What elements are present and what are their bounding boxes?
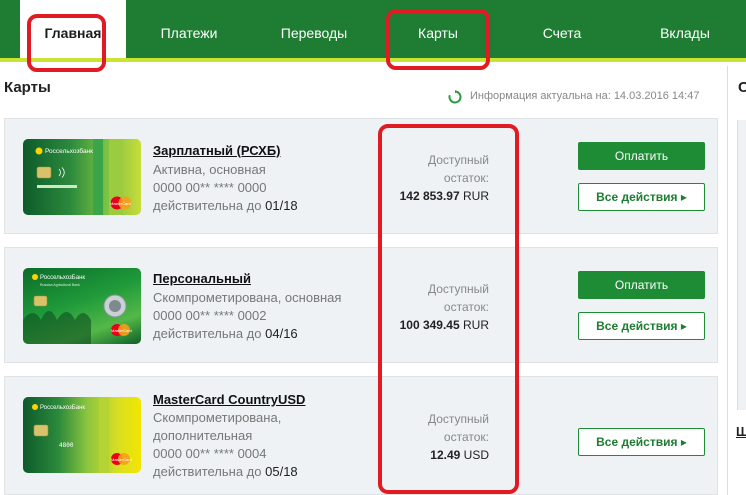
nav-tab-accounts[interactable]: Счета — [527, 0, 597, 58]
card-digits: 4800 — [59, 442, 74, 449]
card-status: Скомпрометирована, — [153, 410, 282, 425]
card-artwork: РоссельхозБанк 4800 MasterCard — [32, 397, 132, 473]
side-panel — [737, 120, 746, 410]
highlight-home-tab — [27, 14, 106, 72]
highlight-balances — [378, 124, 519, 494]
card-status-secondary: дополнительная — [153, 428, 253, 443]
card-bank-sub: Russian Agricultural Bank — [40, 283, 80, 287]
card-name-link[interactable]: MasterCard CountryUSD — [153, 392, 305, 407]
card-status: Скомпрометирована, основная — [153, 290, 342, 305]
card-row: Россельхозбанк MasterCard Зарплатный (РС… — [4, 118, 718, 234]
side-panel-link[interactable]: Ш — [736, 424, 746, 439]
card-validity-date: 05/18 — [265, 464, 298, 479]
highlight-cards-tab — [386, 9, 490, 70]
card-validity-prefix: действительна до — [153, 198, 266, 213]
card-image[interactable]: РоссельхозБанк 4800 MasterCard — [23, 397, 141, 473]
top-nav: Главная Платежи Переводы Карты Счета Вкл… — [0, 0, 746, 62]
card-bank-label: РоссельхозБанк — [40, 275, 85, 281]
nav-tab-payments[interactable]: Платежи — [148, 0, 230, 58]
info-timestamp: Информация актуальна на: 14.03.2016 14:4… — [470, 90, 700, 102]
pay-button[interactable]: Оплатить — [578, 271, 705, 299]
refresh-icon[interactable] — [448, 90, 462, 104]
side-panel-title: С — [738, 79, 746, 96]
card-number: 0000 00** **** 0002 — [153, 308, 267, 323]
card-validity-date: 04/16 — [265, 326, 298, 341]
card-name-link[interactable]: Зарплатный (РСХБ) — [153, 143, 281, 158]
card-brand-text: MasterCard — [111, 328, 132, 333]
all-actions-button[interactable]: Все действия ▸ — [578, 183, 705, 211]
page-title: Карты — [4, 79, 51, 96]
card-bank-label: РоссельхозБанк — [40, 405, 85, 411]
card-bank-label: Россельхозбанк — [45, 147, 93, 155]
card-artwork: Россельхозбанк MasterCard — [35, 139, 132, 215]
card-image[interactable]: Россельхозбанк MasterCard — [23, 139, 141, 215]
card-validity-date: 01/18 — [265, 198, 298, 213]
arrow-right-icon: ▸ — [680, 435, 687, 449]
card-status: Активна, основная — [153, 162, 266, 177]
card-artwork: РоссельхозБанк Russian Agricultural Bank… — [23, 274, 132, 344]
card-brand-text: MasterCard — [111, 457, 132, 462]
card-number: 0000 00** **** 0000 — [153, 180, 267, 195]
nav-tab-deposits[interactable]: Вклады — [645, 0, 725, 58]
card-number: 0000 00** **** 0004 — [153, 446, 267, 461]
card-validity-prefix: действительна до — [153, 326, 266, 341]
side-divider — [727, 66, 728, 495]
card-validity-prefix: действительна до — [153, 464, 266, 479]
card-name-link[interactable]: Персональный — [153, 271, 251, 286]
all-actions-button[interactable]: Все действия ▸ — [578, 428, 705, 456]
all-actions-button[interactable]: Все действия ▸ — [578, 312, 705, 340]
card-validity: действительна до 05/18 — [153, 464, 298, 479]
card-row: РоссельхозБанк Russian Agricultural Bank… — [4, 247, 718, 363]
nav-tab-transfers[interactable]: Переводы — [268, 0, 360, 58]
card-validity: действительна до 04/16 — [153, 326, 298, 341]
card-brand-text: MasterCard — [110, 201, 131, 206]
arrow-right-icon: ▸ — [680, 319, 687, 333]
card-validity: действительна до 01/18 — [153, 198, 298, 213]
arrow-right-icon: ▸ — [680, 190, 687, 204]
card-row: РоссельхозБанк 4800 MasterCard MasterCar… — [4, 376, 718, 495]
pay-button[interactable]: Оплатить — [578, 142, 705, 170]
card-image[interactable]: РоссельхозБанк Russian Agricultural Bank… — [23, 268, 141, 344]
